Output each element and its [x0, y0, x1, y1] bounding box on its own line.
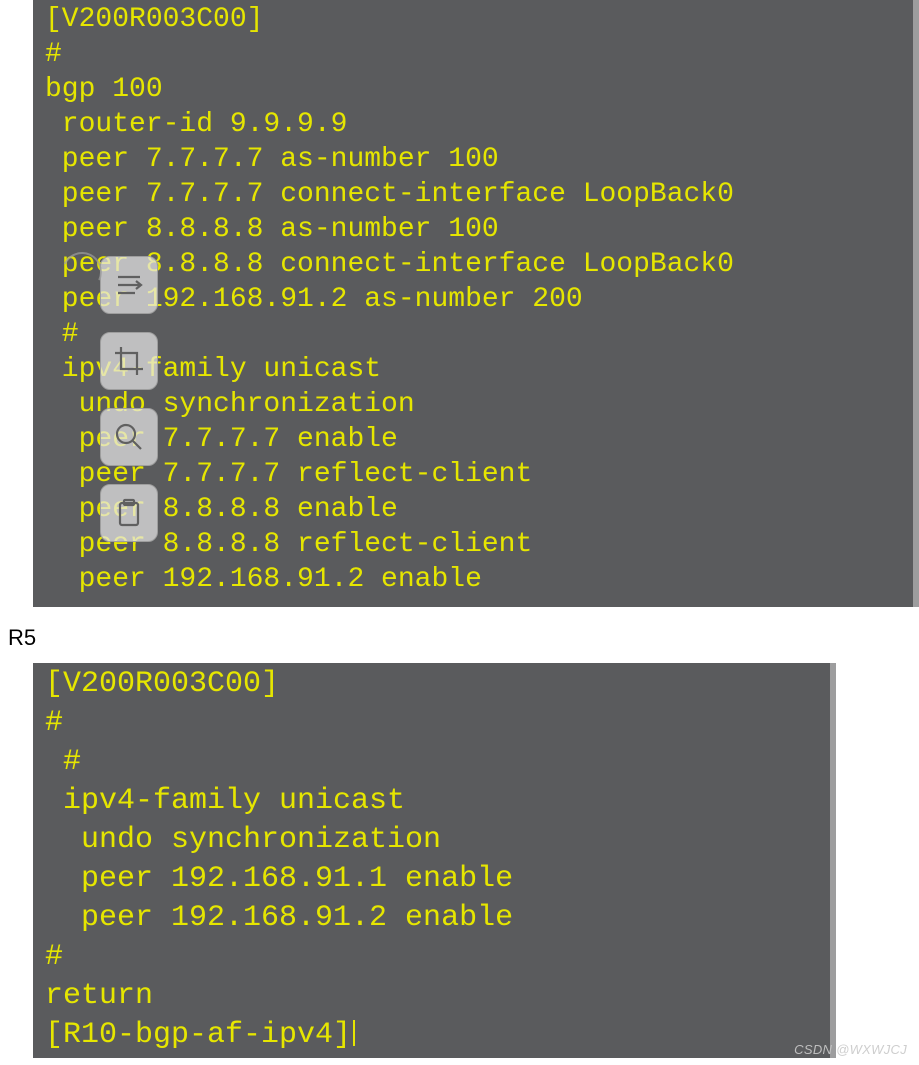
terminal-1-text: [V200R003C00] # bgp 100 router-id 9.9.9.… — [33, 0, 913, 597]
scrollbar[interactable] — [830, 663, 836, 1058]
scrollbar[interactable] — [913, 0, 919, 607]
terminal-2-text: [V200R003C00] # # ipv4-family unicast un… — [33, 663, 830, 1055]
terminal-window-2: [V200R003C00] # # ipv4-family unicast un… — [33, 663, 919, 1058]
text-cursor — [353, 1020, 355, 1046]
terminal-window-1: [V200R003C00] # bgp 100 router-id 9.9.9.… — [33, 0, 919, 607]
router-label-r5: R5 — [8, 625, 919, 651]
csdn-watermark: CSDN @WXWJCJ — [794, 1042, 907, 1057]
